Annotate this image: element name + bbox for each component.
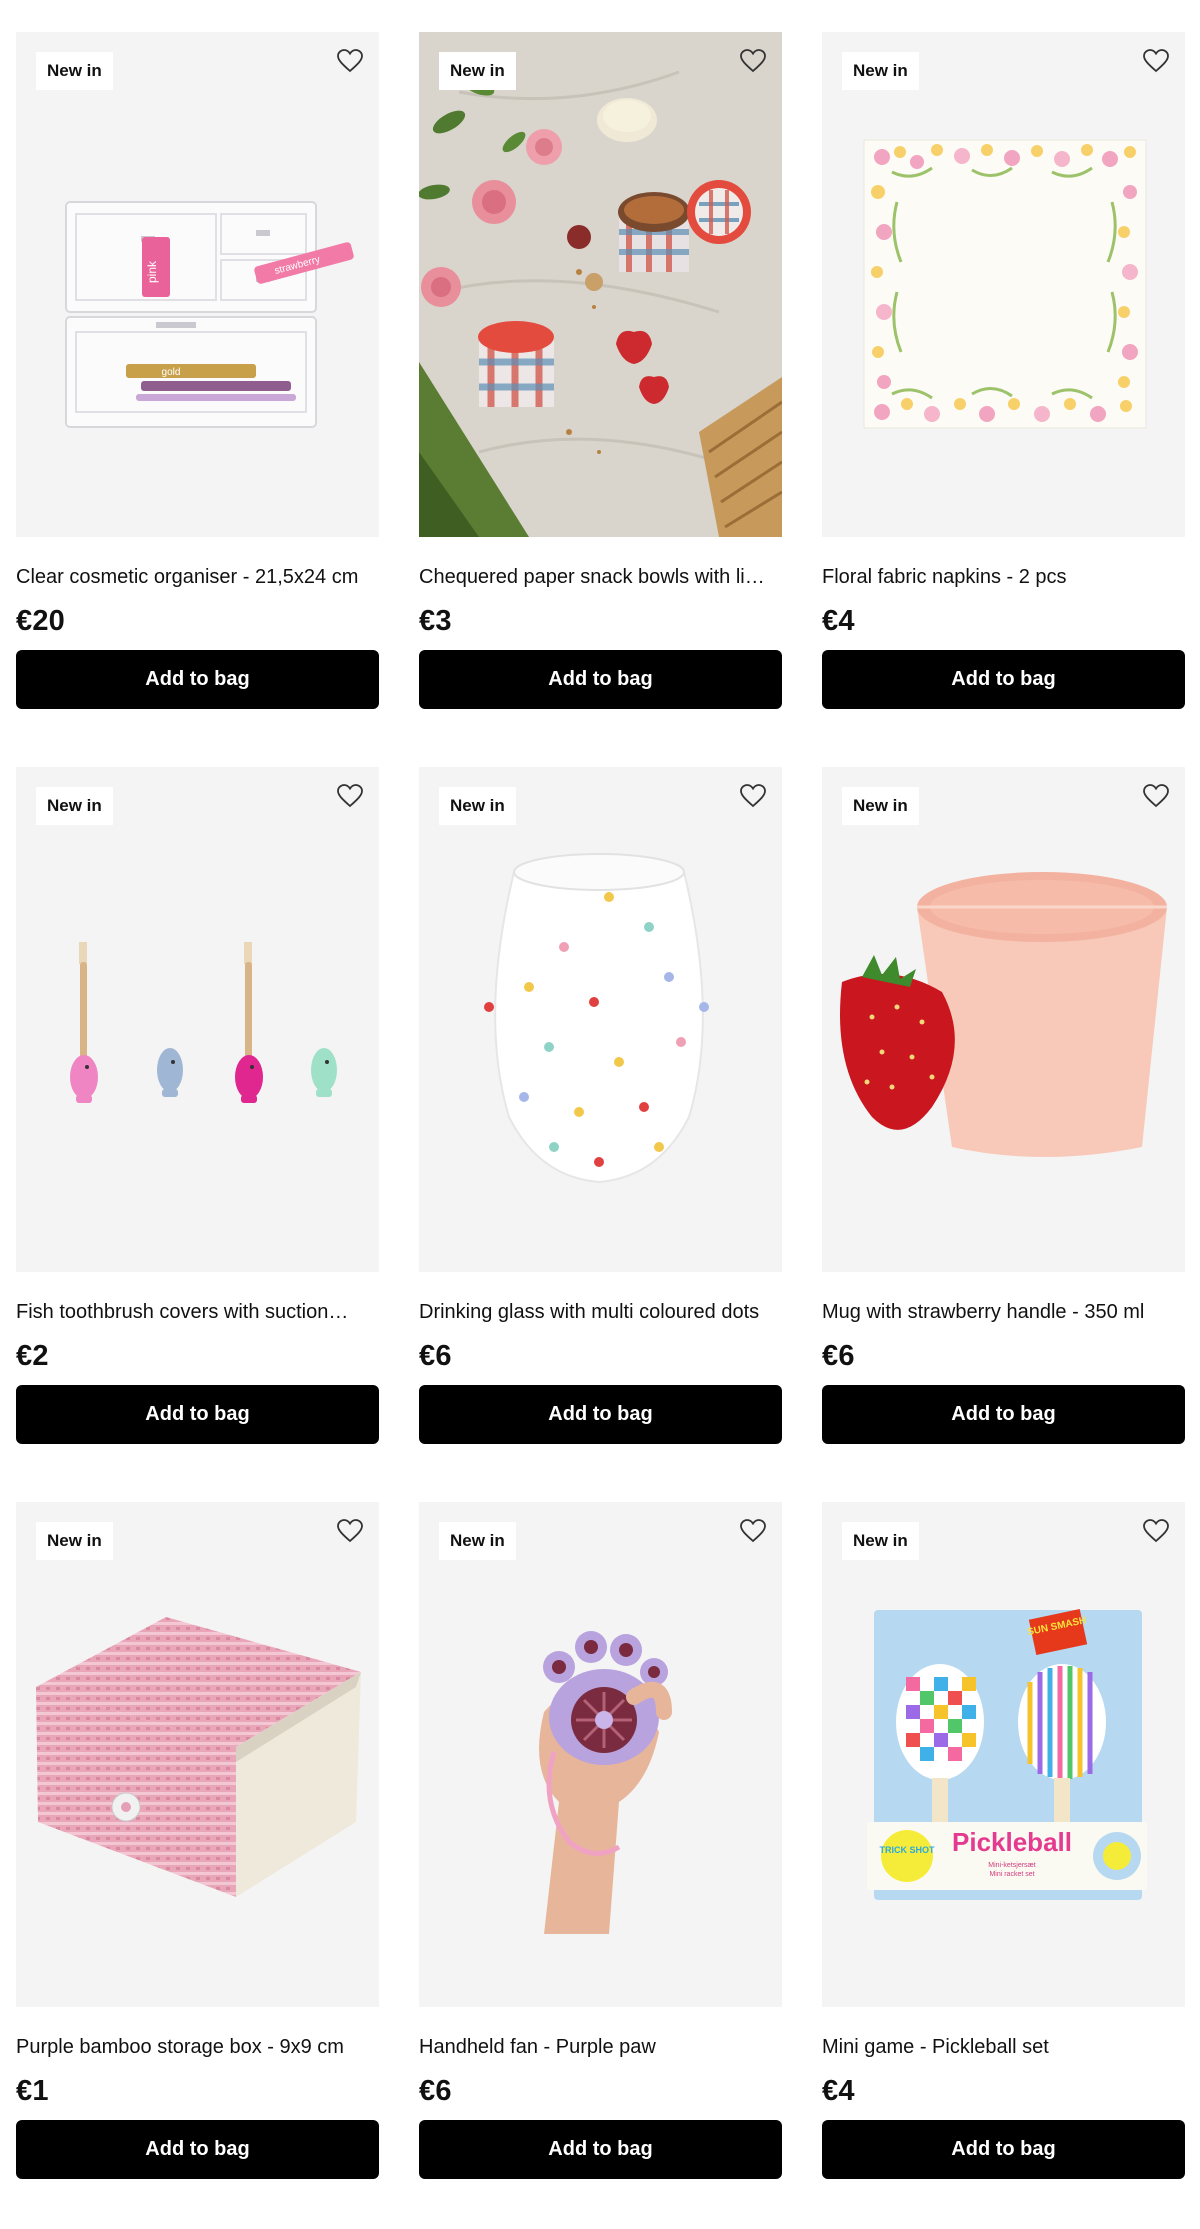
- product-card[interactable]: New in Purple bamboo storage box - 9x9 c…: [16, 1502, 379, 2184]
- add-to-bag-button[interactable]: Add to bag: [419, 2120, 782, 2179]
- product-card[interactable]: New in Chequered paper snack bowls with …: [419, 32, 782, 714]
- product-image[interactable]: New in: [419, 1502, 782, 2007]
- product-name[interactable]: Floral fabric napkins - 2 pcs: [822, 564, 1185, 590]
- product-price: €20: [16, 605, 65, 637]
- new-in-badge: New in: [439, 1522, 516, 1560]
- product-card[interactable]: New in Drinking glass with multi coloure…: [419, 767, 782, 1449]
- product-name[interactable]: Clear cosmetic organiser - 21,5x24 cm: [16, 564, 379, 590]
- add-to-bag-button[interactable]: Add to bag: [419, 1385, 782, 1444]
- product-price: €4: [822, 605, 855, 637]
- add-to-bag-button[interactable]: Add to bag: [16, 2120, 379, 2179]
- product-image[interactable]: New in: [822, 32, 1185, 537]
- heart-outline-icon[interactable]: [1139, 779, 1173, 813]
- new-in-badge: New in: [439, 52, 516, 90]
- product-image[interactable]: pink strawberry gold New in: [16, 32, 379, 537]
- handheld-fan-image: [419, 1502, 782, 2007]
- bamboo-box-image: [16, 1502, 379, 2007]
- product-price: €3: [419, 605, 452, 637]
- heart-outline-icon[interactable]: [736, 44, 770, 78]
- product-name[interactable]: Purple bamboo storage box - 9x9 cm: [16, 2034, 379, 2060]
- cosmetic-organiser-image: pink strawberry gold: [16, 32, 379, 537]
- heart-outline-icon[interactable]: [736, 779, 770, 813]
- pickleball-set-image: SUN SMASH TRICK SHOT Pickleball Mini-ket…: [822, 1502, 1185, 2007]
- floral-napkins-image: [822, 32, 1185, 537]
- heart-outline-icon[interactable]: [1139, 1514, 1173, 1548]
- product-price: €2: [16, 1340, 49, 1372]
- product-name[interactable]: Handheld fan - Purple paw: [419, 2034, 782, 2060]
- heart-outline-icon[interactable]: [333, 1514, 367, 1548]
- new-in-badge: New in: [36, 787, 113, 825]
- product-name[interactable]: Chequered paper snack bowls with li…: [419, 564, 782, 590]
- product-name[interactable]: Drinking glass with multi coloured dots: [419, 1299, 782, 1325]
- heart-outline-icon[interactable]: [736, 1514, 770, 1548]
- image-label-trick-shot: TRICK SHOT: [880, 1845, 936, 1855]
- new-in-badge: New in: [842, 52, 919, 90]
- product-price: €1: [16, 2075, 49, 2107]
- heart-outline-icon[interactable]: [333, 44, 367, 78]
- new-in-badge: New in: [36, 1522, 113, 1560]
- image-label-mini-racket-set: Mini racket set: [989, 1871, 1034, 1878]
- product-name[interactable]: Mug with strawberry handle - 350 ml: [822, 1299, 1185, 1325]
- product-price: €6: [822, 1340, 855, 1372]
- image-label-pickleball: Pickleball: [952, 1827, 1072, 1857]
- product-price: €6: [419, 1340, 452, 1372]
- heart-outline-icon[interactable]: [1139, 44, 1173, 78]
- product-card[interactable]: SUN SMASH TRICK SHOT Pickleball Mini-ket…: [822, 1502, 1185, 2184]
- image-label-gold: gold: [162, 367, 181, 378]
- add-to-bag-button[interactable]: Add to bag: [16, 1385, 379, 1444]
- product-card[interactable]: New in Handheld fan - Purple paw €6 Add …: [419, 1502, 782, 2184]
- product-card[interactable]: New in Mug with strawberry handle - 350 …: [822, 767, 1185, 1449]
- product-grid: pink strawberry gold New in Clear cosmet…: [16, 32, 1186, 2184]
- product-name[interactable]: Fish toothbrush covers with suction…: [16, 1299, 379, 1325]
- new-in-badge: New in: [439, 787, 516, 825]
- product-image[interactable]: New in: [16, 767, 379, 1272]
- product-name[interactable]: Mini game - Pickleball set: [822, 2034, 1185, 2060]
- image-label-mini-ketsjersaet: Mini-ketsjersæt: [988, 1862, 1036, 1869]
- product-image[interactable]: SUN SMASH TRICK SHOT Pickleball Mini-ket…: [822, 1502, 1185, 2007]
- product-price: €4: [822, 2075, 855, 2107]
- heart-outline-icon[interactable]: [333, 779, 367, 813]
- drinking-glass-image: [419, 767, 782, 1272]
- add-to-bag-button[interactable]: Add to bag: [419, 650, 782, 709]
- add-to-bag-button[interactable]: Add to bag: [16, 650, 379, 709]
- product-image[interactable]: New in: [16, 1502, 379, 2007]
- add-to-bag-button[interactable]: Add to bag: [822, 650, 1185, 709]
- add-to-bag-button[interactable]: Add to bag: [822, 2120, 1185, 2179]
- product-price: €6: [419, 2075, 452, 2107]
- strawberry-mug-image: [822, 767, 1185, 1272]
- snack-bowls-image: [419, 32, 782, 537]
- add-to-bag-button[interactable]: Add to bag: [822, 1385, 1185, 1444]
- product-image[interactable]: New in: [822, 767, 1185, 1272]
- product-card[interactable]: pink strawberry gold New in Clear cosmet…: [16, 32, 379, 714]
- product-card[interactable]: New in Floral fabric napkins - 2 pcs €4 …: [822, 32, 1185, 714]
- fish-toothbrush-covers-image: [16, 767, 379, 1272]
- new-in-badge: New in: [842, 787, 919, 825]
- new-in-badge: New in: [36, 52, 113, 90]
- new-in-badge: New in: [842, 1522, 919, 1560]
- product-card[interactable]: New in Fish toothbrush covers with sucti…: [16, 767, 379, 1449]
- image-label-pink: pink: [145, 260, 159, 283]
- product-image[interactable]: New in: [419, 32, 782, 537]
- product-image[interactable]: New in: [419, 767, 782, 1272]
